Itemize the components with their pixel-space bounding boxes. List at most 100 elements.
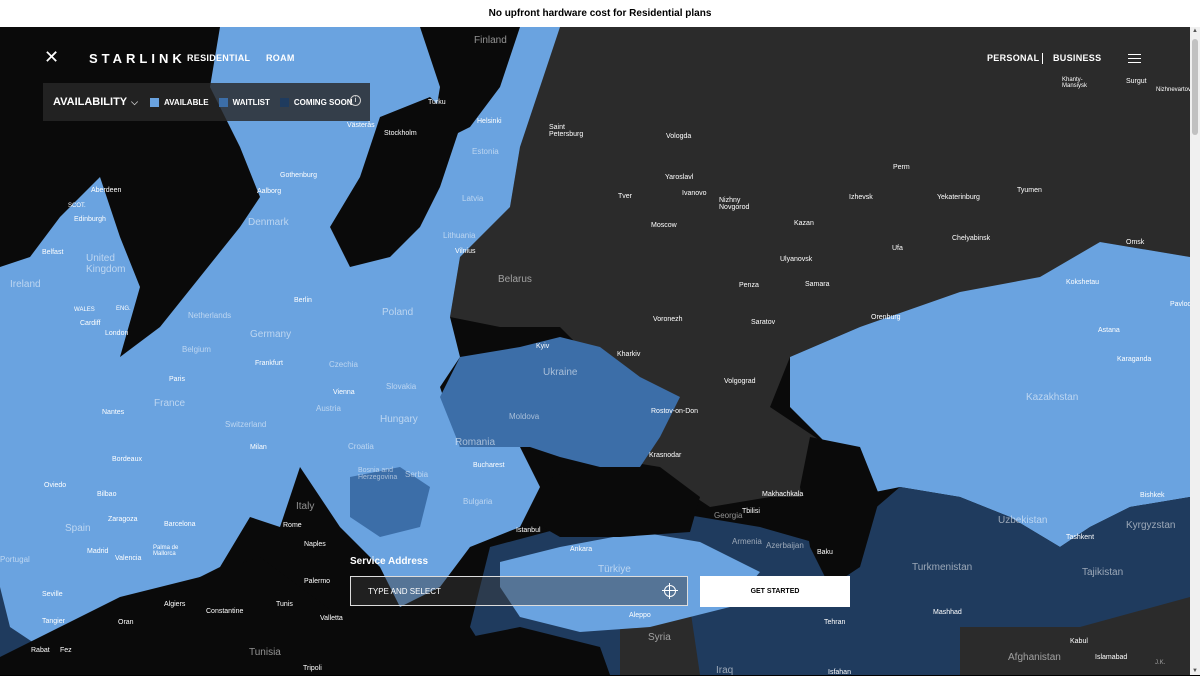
country-label: Romania [455,437,496,448]
city-label: Aalborg [257,188,282,195]
city-label: Helsinki [477,118,502,125]
country-label: Switzerland [225,420,267,429]
city-label: Rostov-on-Don [651,408,699,415]
country-label: Belgium [182,345,211,354]
nav-roam[interactable]: ROAM [266,53,295,63]
city-label: Tangier [42,618,65,625]
city-label: Tunis [276,601,293,608]
city-label: Barcelona [164,521,196,528]
scroll-up-icon[interactable]: ▲ [1190,28,1200,34]
city-label: Constantine [206,608,244,615]
service-address-input[interactable] [350,576,688,606]
locate-me-icon[interactable] [662,583,678,599]
nav-business[interactable]: BUSINESS [1053,53,1101,63]
legend-label: COMING SOON [293,97,353,107]
city-label: Valletta [320,615,343,622]
country-label: Armenia [732,537,762,546]
country-label: SCOT. [68,203,86,209]
city-label: Edinburgh [74,216,106,223]
country-label: Italy [296,501,315,512]
city-label: Saratov [751,319,776,326]
legend-swatch-waitlist [218,97,228,107]
city-label: Tehran [824,619,846,626]
city-label: Aberdeen [91,187,122,194]
city-label: Seville [42,591,63,598]
country-label: Kazakhstan [1026,392,1079,403]
city-label: Chelyabinsk [952,235,991,242]
country-label: Austria [316,404,341,413]
info-icon[interactable]: i [350,95,361,106]
city-label: Penza [739,282,759,289]
country-label: United Kingdom [86,253,126,275]
city-label: Ufa [892,245,903,252]
starlink-logo[interactable]: STARLINK [89,51,186,66]
country-label: Portugal [0,555,30,564]
country-label: Uzbekistan [998,515,1048,526]
city-label: Bishkek [1140,492,1165,499]
city-label: Surgut [1126,78,1147,85]
city-label: Ivanovo [682,190,707,197]
city-label: Belfast [42,249,64,256]
country-label: ENG. [116,306,131,312]
city-label: Oviedo [44,482,67,489]
city-label: Yaroslavl [665,174,694,181]
country-label: Tunisia [249,647,281,658]
city-label: Kokshetau [1066,279,1100,286]
city-label: London [105,330,129,337]
city-label: Milan [250,444,267,451]
city-label: Tashkent [1066,534,1095,541]
chevron-down-icon[interactable]: ⌵ [131,97,138,108]
city-label: Aleppo [629,612,651,619]
city-label: Nantes [102,409,125,416]
country-label: Belarus [498,274,532,285]
nav-residential[interactable]: RESIDENTIAL [187,53,250,63]
country-label: Kyrgyzstan [1126,520,1176,531]
close-icon[interactable]: ✕ [44,47,59,68]
country-label: Afghanistan [1008,652,1061,663]
city-label: Tbilisi [742,508,760,515]
city-label: Bilbao [97,491,117,498]
country-label: Georgia [714,511,743,520]
city-label: Gothenburg [280,172,317,179]
city-label: Tripoli [303,665,322,672]
country-label: France [154,398,186,409]
country-label: Denmark [248,217,289,228]
city-label: Vienna [333,389,355,396]
nav-personal[interactable]: PERSONAL [987,53,1039,63]
service-address-label: Service Address [350,556,429,567]
page-scrollbar[interactable]: ▲ ▼ [1190,27,1200,675]
legend-swatch-coming-soon [279,97,289,107]
city-label: Stockholm [384,130,417,137]
city-label: Istanbul [516,527,541,534]
city-label: Algiers [164,601,186,608]
legend-available: AVAILABLE [149,97,209,107]
country-label: Czechia [329,360,358,369]
city-label: Baku [817,549,833,556]
country-label: Hungary [380,414,418,425]
country-label: Estonia [472,147,499,156]
menu-icon[interactable] [1128,54,1141,66]
city-label: Karaganda [1117,356,1152,363]
promo-banner-text: No upfront hardware cost for Residential… [488,8,712,19]
get-started-button[interactable]: GET STARTED [700,576,850,607]
city-label: Vologda [666,133,692,140]
city-label: Tver [618,193,632,200]
scroll-down-icon[interactable]: ▼ [1190,668,1200,674]
country-label: Turkmenistan [912,562,973,573]
country-label: Bulgaria [463,497,493,506]
city-label: Izhevsk [849,194,873,201]
country-label: Slovakia [386,382,417,391]
legend-label: AVAILABLE [163,97,209,107]
city-label: Kazan [794,220,814,227]
city-label: Nizhny Novgorod [719,197,750,211]
scroll-thumb[interactable] [1192,39,1198,135]
availability-title[interactable]: AVAILABILITY [53,96,127,108]
city-label: Valencia [115,555,142,562]
city-label: Perm [893,164,910,171]
country-label: Moldova [509,412,540,421]
city-label: Cardiff [80,320,101,327]
city-label: Islamabad [1095,654,1128,661]
country-label: WALES [74,307,95,313]
city-label: Rabat [31,647,50,654]
city-label: Palermo [304,578,331,585]
